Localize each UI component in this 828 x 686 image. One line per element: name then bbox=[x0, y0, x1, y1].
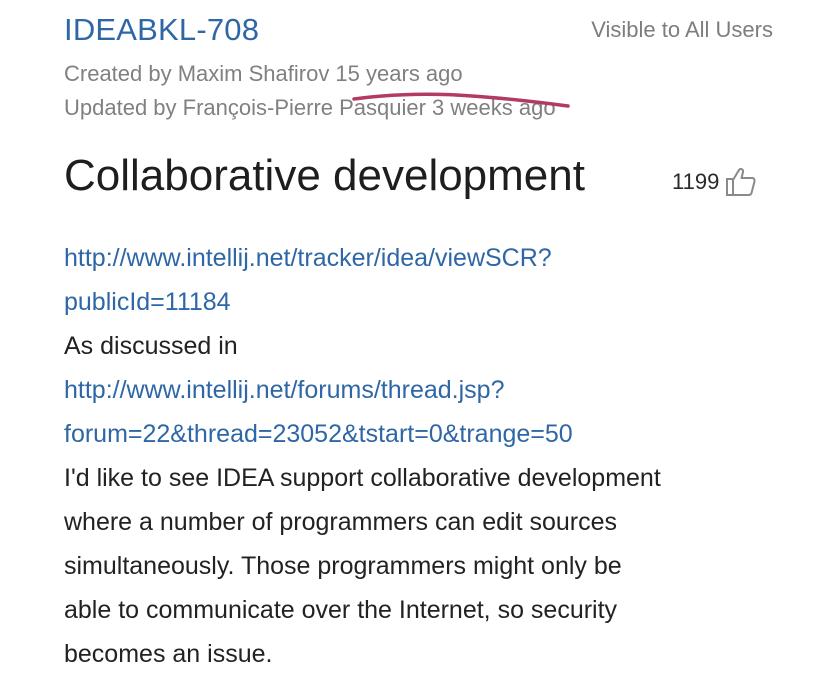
vote-widget: 1199 bbox=[672, 164, 757, 200]
updated-by-text: Updated by François-Pierre Pasquier 3 we… bbox=[64, 95, 556, 120]
discussed-in-text: As discussed in bbox=[64, 332, 238, 360]
tracker-link-line-1[interactable]: http://www.intellij.net/tracker/idea/vie… bbox=[64, 236, 784, 280]
tracker-link-line-2[interactable]: publicId=11184 bbox=[64, 280, 784, 324]
body-line-2: where a number of programmers can edit s… bbox=[64, 508, 618, 536]
forum-link-line-1[interactable]: http://www.intellij.net/forums/thread.js… bbox=[64, 368, 784, 412]
body-line-3: simultaneously. Those programmers might … bbox=[64, 552, 622, 580]
issue-description: http://www.intellij.net/tracker/idea/vie… bbox=[64, 236, 784, 676]
forum-link-line-2[interactable]: forum=22&thread=23052&tstart=0&trange=50 bbox=[64, 412, 784, 456]
body-line-4: able to communicate over the Internet, s… bbox=[64, 596, 618, 624]
thumbs-up-icon[interactable] bbox=[725, 166, 757, 198]
issue-title: Collaborative development bbox=[64, 151, 585, 200]
body-line-1: I'd like to see IDEA support collaborati… bbox=[64, 464, 661, 492]
created-by-text: Created by Maxim Shafirov 15 years ago bbox=[64, 61, 463, 86]
body-line-5: becomes an issue. bbox=[64, 640, 273, 668]
issue-page: IDEABKL-708 Visible to All Users Created… bbox=[0, 0, 828, 686]
visibility-label: Visible to All Users bbox=[591, 17, 773, 42]
vote-count: 1199 bbox=[672, 169, 720, 194]
issue-id-link[interactable]: IDEABKL-708 bbox=[64, 10, 259, 50]
